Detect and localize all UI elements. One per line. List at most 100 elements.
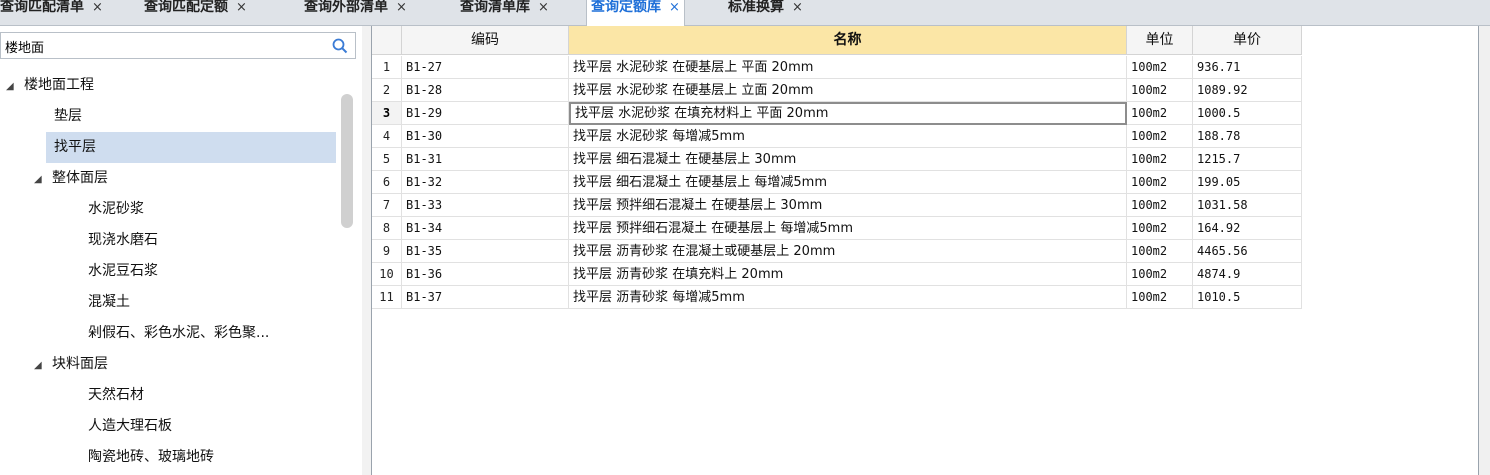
table-row[interactable]: 6 B1-32 找平层 细石混凝土 在硬基层上 每增减5mm 100m2 199… (372, 171, 1302, 194)
tree-node-cement-pebble[interactable]: 水泥豆石浆 (88, 256, 336, 287)
row-number: 2 (372, 79, 402, 102)
cell-name[interactable]: 找平层 水泥砂浆 在硬基层上 平面 20mm (569, 56, 1127, 79)
cell-code[interactable]: B1-31 (402, 148, 569, 171)
close-icon[interactable]: × (396, 0, 407, 15)
cell-code[interactable]: B1-30 (402, 125, 569, 148)
row-number: 9 (372, 240, 402, 263)
tab-query-external-list[interactable]: 查询外部清单 × (300, 0, 411, 20)
tree-node-cushion[interactable]: 垫层 (54, 101, 336, 132)
header-name[interactable]: 名称 (569, 26, 1127, 55)
table-row[interactable]: 4 B1-30 找平层 水泥砂浆 每增减5mm 100m2 188.78 (372, 125, 1302, 148)
cell-unit[interactable]: 100m2 (1127, 263, 1193, 286)
tree-node-artificial-marble[interactable]: 人造大理石板 (88, 411, 336, 442)
cell-price[interactable]: 199.05 (1193, 171, 1302, 194)
table-row[interactable]: 7 B1-33 找平层 预拌细石混凝土 在硬基层上 30mm 100m2 103… (372, 194, 1302, 217)
cell-price[interactable]: 1031.58 (1193, 194, 1302, 217)
tree-node-concrete[interactable]: 混凝土 (88, 287, 336, 318)
cell-name[interactable]: 找平层 预拌细石混凝土 在硬基层上 30mm (569, 194, 1127, 217)
close-icon[interactable]: × (538, 0, 549, 15)
cell-price[interactable]: 936.71 (1193, 56, 1302, 79)
cell-price[interactable]: 4874.9 (1193, 263, 1302, 286)
close-icon[interactable]: × (92, 0, 103, 15)
tree-node-integral-surface[interactable]: ◢ 整体面层 (34, 163, 336, 194)
cell-price[interactable]: 1089.92 (1193, 79, 1302, 102)
table-row[interactable]: 8 B1-34 找平层 预拌细石混凝土 在硬基层上 每增减5mm 100m2 1… (372, 217, 1302, 240)
cell-name-focused[interactable]: 找平层 水泥砂浆 在填充材料上 平面 20mm (569, 102, 1127, 125)
tab-query-list-library[interactable]: 查询清单库 × (456, 0, 553, 20)
cell-code[interactable]: B1-33 (402, 194, 569, 217)
category-panel: ◢ 楼地面工程 垫层 找平层 ◢ 整体面层 水泥砂浆 现浇水磨石 水泥豆石浆 混凝土… (0, 26, 362, 475)
table-row[interactable]: 10 B1-36 找平层 沥青砂浆 在填充料上 20mm 100m2 4874.… (372, 263, 1302, 286)
cell-name[interactable]: 找平层 沥青砂浆 每增减5mm (569, 286, 1127, 309)
tab-standard-conversion[interactable]: 标准换算 × (724, 0, 807, 20)
table-row-current[interactable]: 3 B1-29 找平层 水泥砂浆 在填充材料上 平面 20mm 100m2 10… (372, 102, 1302, 125)
cell-code[interactable]: B1-34 (402, 217, 569, 240)
expand-arrow-icon[interactable]: ◢ (34, 164, 46, 195)
header-unit[interactable]: 单位 (1127, 26, 1193, 55)
cell-code[interactable]: B1-36 (402, 263, 569, 286)
cell-unit[interactable]: 100m2 (1127, 102, 1193, 125)
tree-node-floor-works[interactable]: ◢ 楼地面工程 (6, 70, 336, 101)
table-row[interactable]: 1 B1-27 找平层 水泥砂浆 在硬基层上 平面 20mm 100m2 936… (372, 56, 1302, 79)
tree-node-block-surface[interactable]: ◢ 块料面层 (34, 349, 336, 380)
table-row[interactable]: 9 B1-35 找平层 沥青砂浆 在混凝土或硬基层上 20mm 100m2 44… (372, 240, 1302, 263)
cell-unit[interactable]: 100m2 (1127, 240, 1193, 263)
search-box (0, 32, 356, 59)
cell-name[interactable]: 找平层 水泥砂浆 每增减5mm (569, 125, 1127, 148)
cell-price[interactable]: 1215.7 (1193, 148, 1302, 171)
cell-unit[interactable]: 100m2 (1127, 148, 1193, 171)
table-row[interactable]: 2 B1-28 找平层 水泥砂浆 在硬基层上 立面 20mm 100m2 108… (372, 79, 1302, 102)
table-row[interactable]: 5 B1-31 找平层 细石混凝土 在硬基层上 30mm 100m2 1215.… (372, 148, 1302, 171)
tree-node-ceramic-tile[interactable]: 陶瓷地砖、玻璃地砖 (88, 442, 336, 473)
cell-name[interactable]: 找平层 沥青砂浆 在混凝土或硬基层上 20mm (569, 240, 1127, 263)
cell-price[interactable]: 188.78 (1193, 125, 1302, 148)
cell-code[interactable]: B1-32 (402, 171, 569, 194)
tree-node-label: 现浇水磨石 (88, 232, 158, 248)
tree-node-label: 找平层 (54, 139, 96, 155)
cell-price[interactable]: 4465.56 (1193, 240, 1302, 263)
table-row[interactable]: 11 B1-37 找平层 沥青砂浆 每增减5mm 100m2 1010.5 (372, 286, 1302, 309)
expand-arrow-icon[interactable]: ◢ (6, 71, 18, 102)
tree-node-terrazzo[interactable]: 现浇水磨石 (88, 225, 336, 256)
cell-unit[interactable]: 100m2 (1127, 286, 1193, 309)
header-code[interactable]: 编码 (402, 26, 569, 55)
cell-price[interactable]: 164.92 (1193, 217, 1302, 240)
tree-node-artificial-stone[interactable]: 剁假石、彩色水泥、彩色聚... (88, 318, 336, 349)
cell-name[interactable]: 找平层 细石混凝土 在硬基层上 每增减5mm (569, 171, 1127, 194)
cell-name[interactable]: 找平层 沥青砂浆 在填充料上 20mm (569, 263, 1127, 286)
close-icon[interactable]: × (236, 0, 247, 15)
cell-name[interactable]: 找平层 水泥砂浆 在硬基层上 立面 20mm (569, 79, 1127, 102)
tree-node-natural-stone[interactable]: 天然石材 (88, 380, 336, 411)
cell-code[interactable]: B1-37 (402, 286, 569, 309)
tab-query-match-quota[interactable]: 查询匹配定额 × (140, 0, 251, 20)
cell-unit[interactable]: 100m2 (1127, 217, 1193, 240)
cell-unit[interactable]: 100m2 (1127, 171, 1193, 194)
panel-splitter[interactable] (362, 26, 372, 475)
tree-node-label: 楼地面工程 (24, 77, 94, 93)
tab-label: 标准换算 (728, 0, 784, 15)
cell-unit[interactable]: 100m2 (1127, 125, 1193, 148)
cell-unit[interactable]: 100m2 (1127, 79, 1193, 102)
tree-scrollbar[interactable] (341, 94, 353, 228)
search-input[interactable] (5, 36, 325, 56)
cell-code[interactable]: B1-27 (402, 56, 569, 79)
cell-code[interactable]: B1-35 (402, 240, 569, 263)
expand-arrow-icon[interactable]: ◢ (34, 350, 46, 381)
tab-query-match-list[interactable]: 查询匹配清单 × (0, 0, 107, 20)
cell-code[interactable]: B1-28 (402, 79, 569, 102)
cell-price[interactable]: 1010.5 (1193, 286, 1302, 309)
cell-unit[interactable]: 100m2 (1127, 194, 1193, 217)
cell-price[interactable]: 1000.5 (1193, 102, 1302, 125)
header-price[interactable]: 单价 (1193, 26, 1302, 55)
cell-unit[interactable]: 100m2 (1127, 56, 1193, 79)
close-icon[interactable]: × (792, 0, 803, 15)
close-icon[interactable]: × (669, 0, 680, 15)
tree-node-label: 块料面层 (52, 356, 108, 372)
tab-query-quota-library[interactable]: 查询定额库 × (586, 0, 685, 26)
cell-name[interactable]: 找平层 预拌细石混凝土 在硬基层上 每增减5mm (569, 217, 1127, 240)
search-icon[interactable] (331, 37, 349, 55)
cell-code[interactable]: B1-29 (402, 102, 569, 125)
cell-name[interactable]: 找平层 细石混凝土 在硬基层上 30mm (569, 148, 1127, 171)
tree-node-cement-mortar[interactable]: 水泥砂浆 (88, 194, 336, 225)
tree-node-leveling[interactable]: 找平层 (46, 132, 336, 163)
